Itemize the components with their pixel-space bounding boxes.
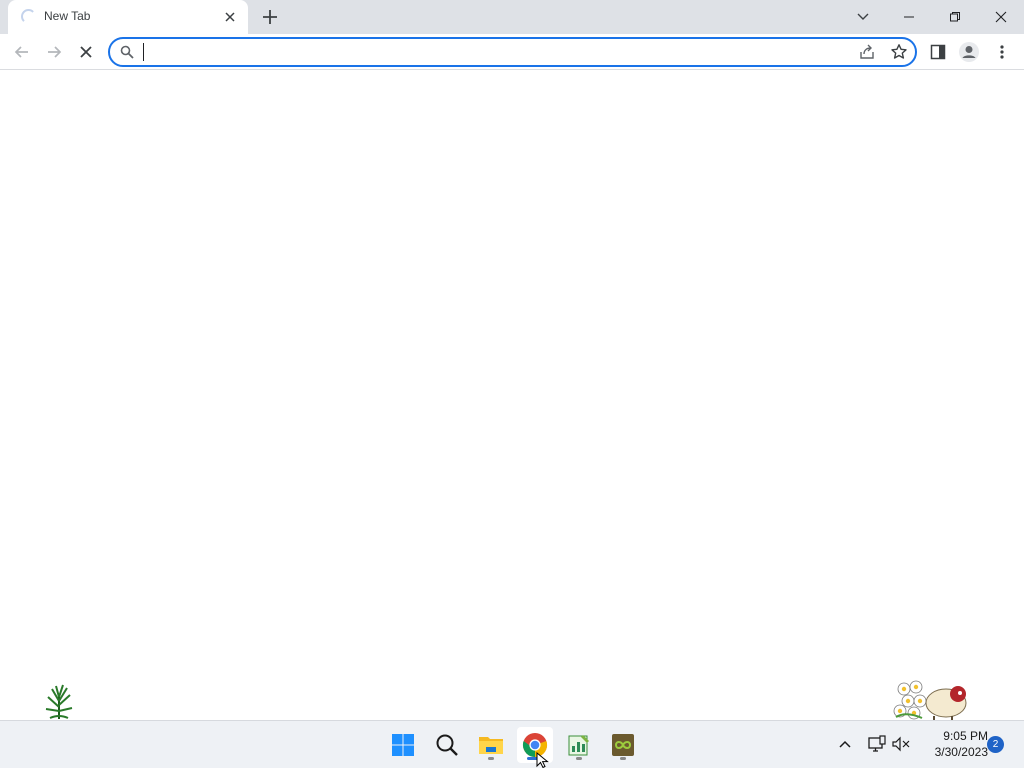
running-indicator [576,757,582,760]
search-icon [120,45,134,64]
stop-loading-button[interactable] [72,38,100,66]
taskbar: 9:05 PM 3/30/2023 2 [0,720,1024,768]
share-icon[interactable] [858,43,876,66]
tab-close-icon[interactable] [222,9,238,25]
close-window-button[interactable] [978,0,1024,34]
running-indicator [488,757,494,760]
network-status-button[interactable] [866,733,888,755]
mouse-pointer-icon [536,752,549,768]
clock-date: 3/30/2023 [934,745,988,759]
tab-title: New Tab [44,9,91,23]
address-bar[interactable] [108,37,917,67]
search-icon [436,734,458,756]
side-panel-button[interactable] [924,38,952,66]
new-tab-button[interactable] [259,6,281,28]
taskbar-app-chart[interactable] [561,727,597,763]
bookmark-star-icon[interactable] [890,43,908,66]
show-hidden-icons-button[interactable] [834,733,856,755]
back-button[interactable] [8,38,36,66]
infinity-box-icon [612,734,634,756]
page-content [0,71,1024,720]
taskbar-app-infinity[interactable] [605,727,641,763]
network-icon [868,735,886,752]
volume-button[interactable] [890,733,912,755]
taskbar-clock[interactable]: 9:05 PM 3/30/2023 [918,728,988,760]
minimize-button[interactable] [886,0,932,34]
text-caret [143,43,144,61]
chevron-up-icon [839,740,851,748]
tab-search-button[interactable] [840,0,886,34]
browser-toolbar [0,34,1024,70]
volume-muted-icon [892,736,910,752]
address-input[interactable] [142,42,822,62]
windows-logo-icon [392,734,414,756]
folder-icon [479,737,503,754]
taskbar-file-explorer[interactable] [473,727,509,763]
loading-spinner-icon [21,9,36,24]
forward-button[interactable] [40,38,68,66]
profile-button[interactable] [955,38,983,66]
tab-strip: New Tab [0,0,1024,34]
clock-time: 9:05 PM [943,729,988,743]
sheep-flowers-sprite-icon [893,680,967,720]
running-indicator [620,757,626,760]
restore-button[interactable] [932,0,978,34]
start-button[interactable] [385,727,421,763]
chrome-menu-button[interactable] [988,38,1016,66]
tab-new-tab[interactable]: New Tab [8,0,248,34]
notification-badge[interactable]: 2 [987,736,1004,753]
plant-sprite-icon [45,684,73,719]
taskbar-search-button[interactable] [429,727,465,763]
chart-notepad-icon [568,735,589,756]
